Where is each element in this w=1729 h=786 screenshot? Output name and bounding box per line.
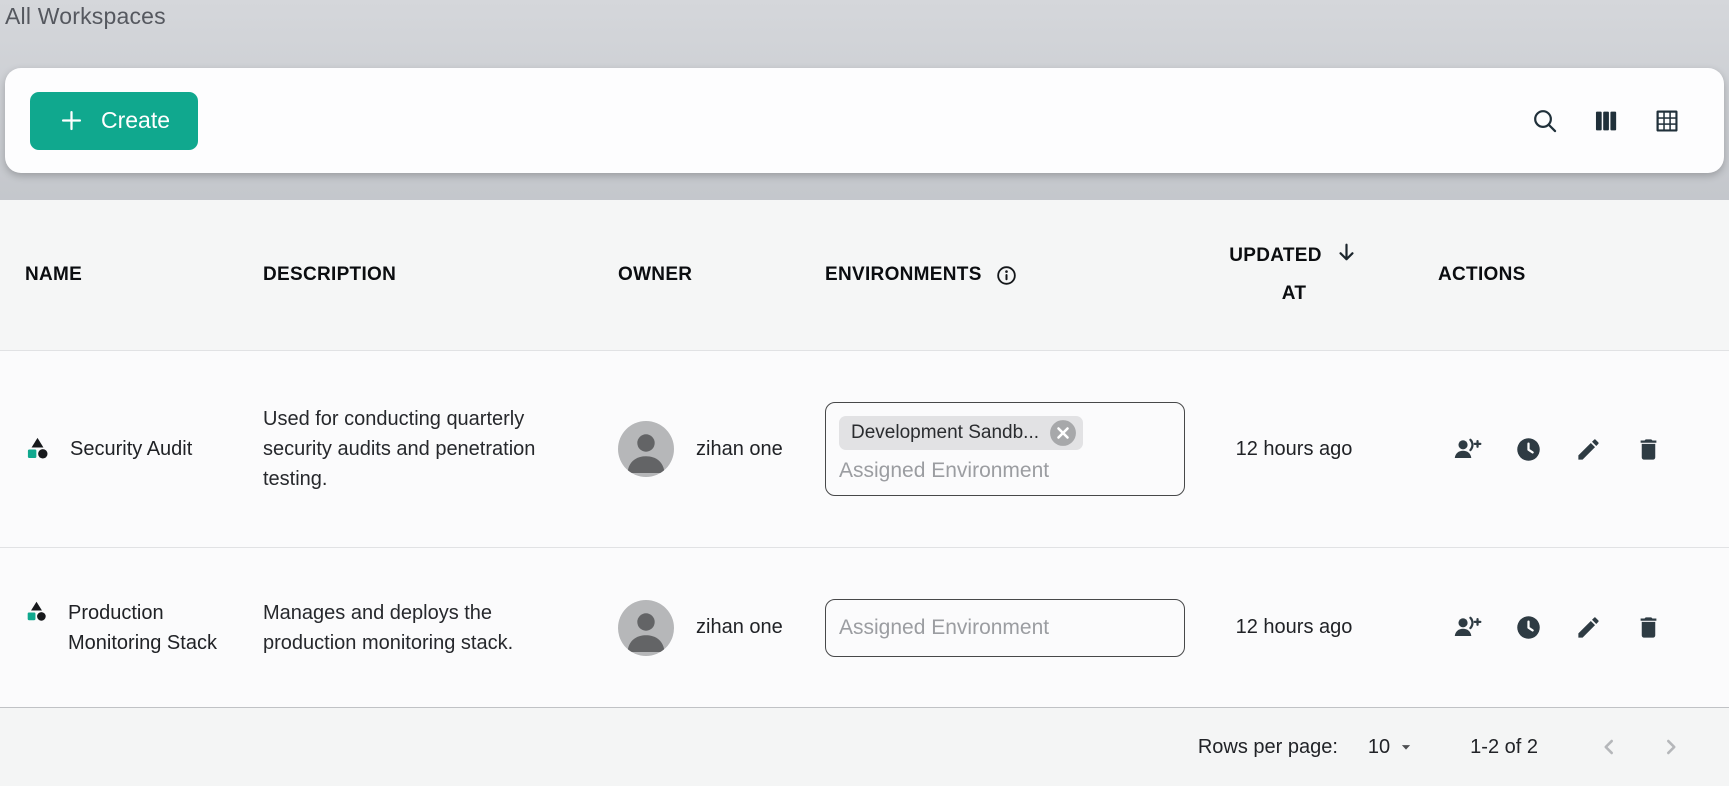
name-cell: Production Monitoring Stack	[25, 598, 263, 658]
environment-placeholder: Assigned Environment	[839, 459, 1172, 483]
workspace-name: Production Monitoring Stack	[68, 598, 228, 658]
trash-icon	[1635, 614, 1662, 641]
environments-cell: Development Sandb... Assigned Environmen…	[825, 402, 1210, 496]
close-circle-icon	[1049, 419, 1077, 447]
next-page-button[interactable]	[1658, 734, 1684, 760]
page-title: All Workspaces	[5, 3, 166, 30]
create-button-label: Create	[101, 107, 170, 134]
pencil-icon	[1575, 436, 1602, 463]
page-range-label: 1-2 of 2	[1470, 736, 1538, 759]
view-columns-icon	[1592, 107, 1620, 135]
history-button[interactable]	[1515, 436, 1542, 463]
description-cell: Manages and deploys the production monit…	[263, 598, 563, 658]
edit-button[interactable]	[1575, 436, 1602, 463]
environment-chip: Development Sandb...	[839, 416, 1083, 450]
column-header-name: NAME	[25, 264, 263, 286]
column-header-actions: ACTIONS	[1378, 264, 1729, 286]
column-header-description: DESCRIPTION	[263, 264, 618, 286]
search-icon	[1531, 107, 1559, 135]
clock-icon	[1515, 614, 1542, 641]
environments-cell: Assigned Environment	[825, 599, 1210, 657]
rows-per-page-value: 10	[1368, 736, 1390, 759]
column-header-owner: OWNER	[618, 264, 825, 286]
environment-placeholder: Assigned Environment	[839, 616, 1049, 640]
owner-name: zihan one	[696, 438, 783, 461]
owner-cell: zihan one	[618, 600, 825, 656]
person-add-icon	[1453, 436, 1482, 463]
workspace-category-icon	[25, 436, 50, 461]
name-cell: Security Audit	[25, 434, 263, 464]
actions-cell	[1378, 614, 1729, 641]
environment-chip-label: Development Sandb...	[851, 422, 1039, 444]
create-button[interactable]: Create	[30, 92, 198, 150]
avatar-icon	[618, 421, 674, 477]
rows-per-page-label: Rows per page:	[1198, 736, 1338, 759]
chevron-right-icon	[1658, 734, 1684, 760]
workspaces-table: NAME DESCRIPTION OWNER ENVIRONMENTS UPDA…	[0, 200, 1729, 786]
search-button[interactable]	[1531, 107, 1559, 135]
prev-page-button[interactable]	[1596, 734, 1622, 760]
edit-button[interactable]	[1575, 614, 1602, 641]
table-footer: Rows per page: 10 1-2 of 2	[0, 708, 1729, 786]
add-user-button[interactable]	[1453, 436, 1482, 463]
actions-cell	[1378, 436, 1729, 463]
rows-per-page-select[interactable]: 10	[1368, 736, 1415, 759]
environments-header-label: ENVIRONMENTS	[825, 264, 982, 286]
delete-button[interactable]	[1635, 614, 1662, 641]
sort-arrow-down-icon	[1334, 240, 1359, 265]
pencil-icon	[1575, 614, 1602, 641]
column-header-environments: ENVIRONMENTS	[825, 264, 1210, 287]
clock-icon	[1515, 436, 1542, 463]
table-header: NAME DESCRIPTION OWNER ENVIRONMENTS UPDA…	[0, 200, 1729, 351]
workspace-category-icon	[25, 600, 48, 623]
toolbar: Create	[5, 68, 1724, 173]
chevron-left-icon	[1596, 734, 1622, 760]
environment-select[interactable]: Development Sandb... Assigned Environmen…	[825, 402, 1185, 496]
delete-button[interactable]	[1635, 436, 1662, 463]
owner-name: zihan one	[696, 616, 783, 639]
trash-icon	[1635, 436, 1662, 463]
caret-down-icon	[1397, 738, 1415, 756]
environment-select[interactable]: Assigned Environment	[825, 599, 1185, 657]
updated-header-line1: UPDATED	[1229, 237, 1322, 275]
history-button[interactable]	[1515, 614, 1542, 641]
view-columns-button[interactable]	[1592, 107, 1620, 135]
toolbar-actions	[1531, 107, 1681, 135]
description-cell: Used for conducting quarterly security a…	[263, 404, 563, 494]
person-add-icon	[1453, 614, 1482, 641]
table-row: Security Audit Used for conducting quart…	[0, 351, 1729, 548]
column-header-updated-at[interactable]: UPDATED AT	[1210, 237, 1378, 313]
updated-at-cell: 12 hours ago	[1210, 616, 1378, 639]
updated-header-line2: AT	[1282, 275, 1307, 313]
pager	[1596, 734, 1684, 760]
info-icon[interactable]	[995, 264, 1018, 287]
workspace-name: Security Audit	[70, 434, 192, 464]
grid-view-icon	[1653, 107, 1681, 135]
avatar-icon	[618, 600, 674, 656]
table-row: Production Monitoring Stack Manages and …	[0, 548, 1729, 708]
owner-cell: zihan one	[618, 421, 825, 477]
updated-at-cell: 12 hours ago	[1210, 438, 1378, 461]
add-user-button[interactable]	[1453, 614, 1482, 641]
grid-view-button[interactable]	[1653, 107, 1681, 135]
plus-icon	[58, 107, 85, 134]
remove-chip-button[interactable]	[1049, 419, 1077, 447]
